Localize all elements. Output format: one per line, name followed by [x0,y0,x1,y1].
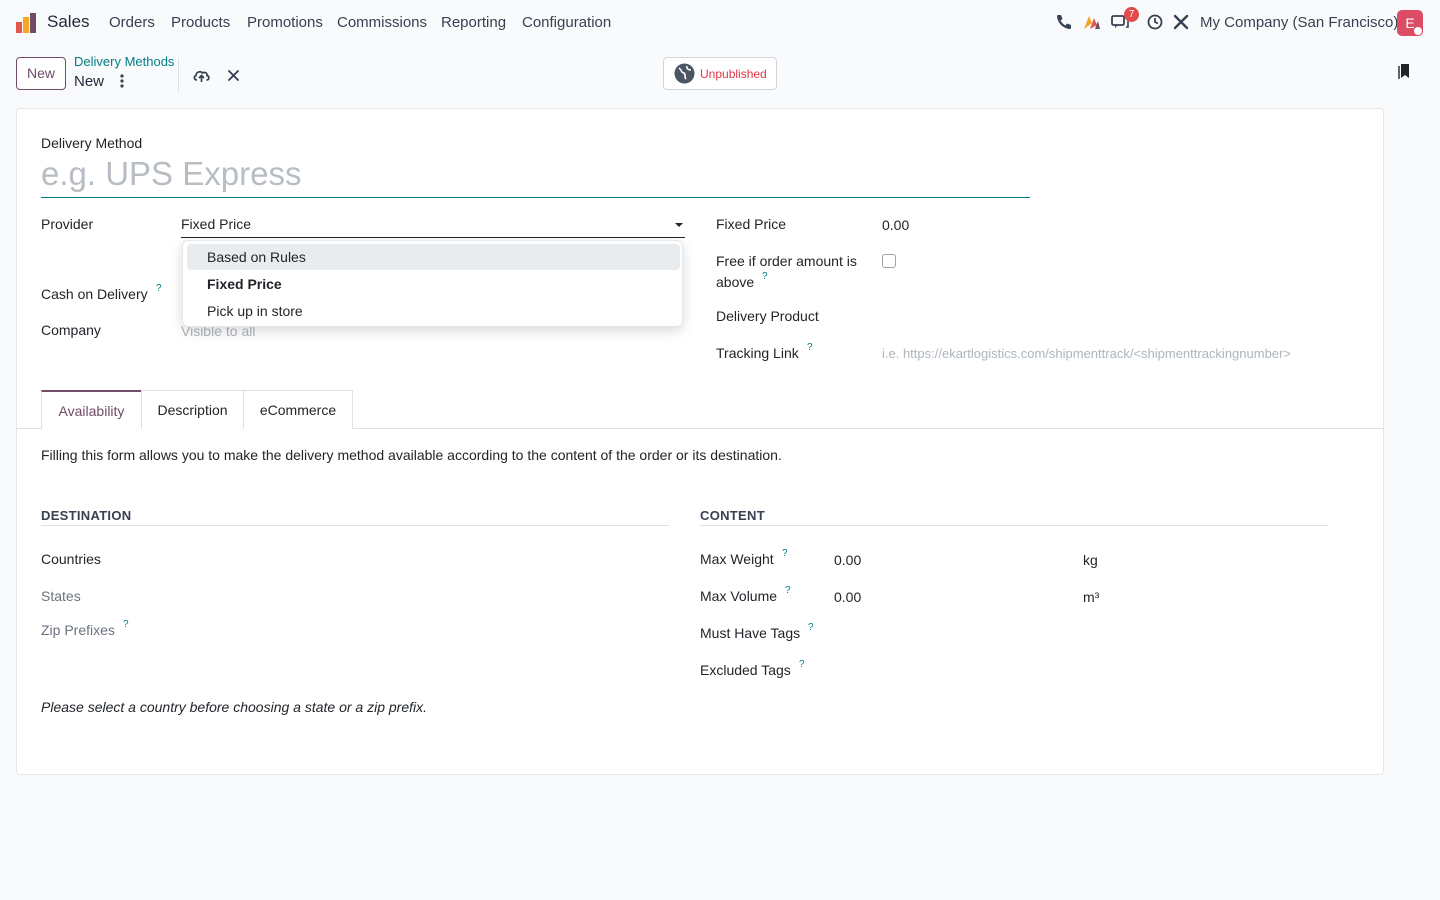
help-tooltip-icon[interactable]: ? [808,622,814,633]
must-have-tags-label: Must Have Tags [700,625,801,641]
delivery-method-name-input[interactable]: e.g. UPS Express [41,153,1030,198]
provider-label: Provider [41,216,94,232]
gear-menu-icon[interactable] [116,73,128,89]
availability-intro: Filling this form allows you to make the… [41,447,782,463]
tab-availability[interactable]: Availability [41,390,142,429]
new-button[interactable]: New [16,57,66,90]
menu-configuration[interactable]: Configuration [522,14,611,31]
menu-reporting[interactable]: Reporting [441,14,506,31]
cash-on-delivery-label: Cash on Delivery [41,286,148,302]
menu-products[interactable]: Products [171,14,230,31]
fixed-price-input[interactable]: 0.00 [882,217,909,233]
breadcrumb-current: New [74,73,105,90]
help-tooltip-icon[interactable]: ? [156,283,162,294]
max-volume-input[interactable]: 0.00 [834,589,861,605]
tab-ecommerce[interactable]: eCommerce [243,390,353,429]
weight-unit: kg [1083,552,1098,568]
tracking-link-input[interactable]: i.e. https://ekartlogistics.com/shipment… [882,346,1291,361]
help-tooltip-icon[interactable]: ? [782,548,788,559]
provider-option-pick-up-in-store[interactable]: Pick up in store [187,298,680,324]
zip-prefixes-label: Zip Prefixes [41,622,115,638]
volume-unit: m³ [1083,589,1100,605]
help-tooltip-icon[interactable]: ? [123,619,129,630]
menu-commissions[interactable]: Commissions [337,14,427,31]
message-count-badge: 7 [1124,7,1139,22]
help-tooltip-icon[interactable]: ? [807,342,813,353]
free-if-amount-label-2: above [716,274,755,290]
globe-icon [674,63,695,84]
tracking-link-label: Tracking Link [716,345,799,361]
clock-icon[interactable] [1145,12,1165,32]
menu-promotions[interactable]: Promotions [247,14,323,31]
content-heading: CONTENT [700,508,765,523]
states-label: States [41,588,81,604]
tab-description[interactable]: Description [141,390,244,429]
provider-dropdown-menu: Based on Rules Fixed Price Pick up in st… [182,240,683,327]
country-hint-note: Please select a country before choosing … [41,699,427,715]
help-tooltip-icon[interactable]: ? [799,659,805,670]
bookmark-icon[interactable] [1398,62,1412,80]
help-tooltip-icon[interactable]: ? [785,585,791,596]
excluded-tags-label: Excluded Tags [700,662,791,678]
discard-icon[interactable] [227,69,240,82]
tools-icon[interactable] [1171,12,1191,32]
breadcrumb-delivery-methods[interactable]: Delivery Methods [74,54,174,69]
destination-heading: DESTINATION [41,508,132,523]
delivery-product-label: Delivery Product [716,308,819,324]
top-navbar: Sales Orders Products Promotions Commiss… [0,0,1440,46]
max-weight-label: Max Weight [700,551,774,567]
help-tooltip-icon[interactable]: ? [762,271,768,282]
provider-select[interactable]: Fixed Price [181,212,685,238]
menu-orders[interactable]: Orders [109,14,155,31]
free-over-checkbox[interactable] [882,254,896,268]
countries-label: Countries [41,551,101,567]
sales-app-icon[interactable] [15,12,37,34]
publish-toggle-button[interactable]: Unpublished [663,57,777,90]
company-switcher[interactable]: My Company (San Francisco) [1200,14,1398,31]
content-rule [700,525,1328,526]
provider-selected-value: Fixed Price [181,216,252,232]
provider-option-based-on-rules[interactable]: Based on Rules [187,244,680,270]
chevron-down-icon [675,223,683,227]
activity-icon[interactable] [1082,12,1102,32]
company-label: Company [41,322,101,338]
control-divider [178,58,179,92]
save-cloud-icon[interactable] [192,67,211,84]
app-name[interactable]: Sales [47,12,90,32]
delivery-method-label: Delivery Method [41,135,143,151]
fixed-price-label: Fixed Price [716,216,787,232]
phone-icon[interactable] [1054,12,1074,32]
status-dot-icon [1413,26,1423,36]
publish-status-label: Unpublished [700,67,767,81]
destination-rule [41,525,669,526]
max-weight-input[interactable]: 0.00 [834,552,861,568]
max-volume-label: Max Volume [700,588,778,604]
provider-option-fixed-price[interactable]: Fixed Price [187,271,680,297]
free-if-amount-label: Free if order amount is [716,253,857,269]
